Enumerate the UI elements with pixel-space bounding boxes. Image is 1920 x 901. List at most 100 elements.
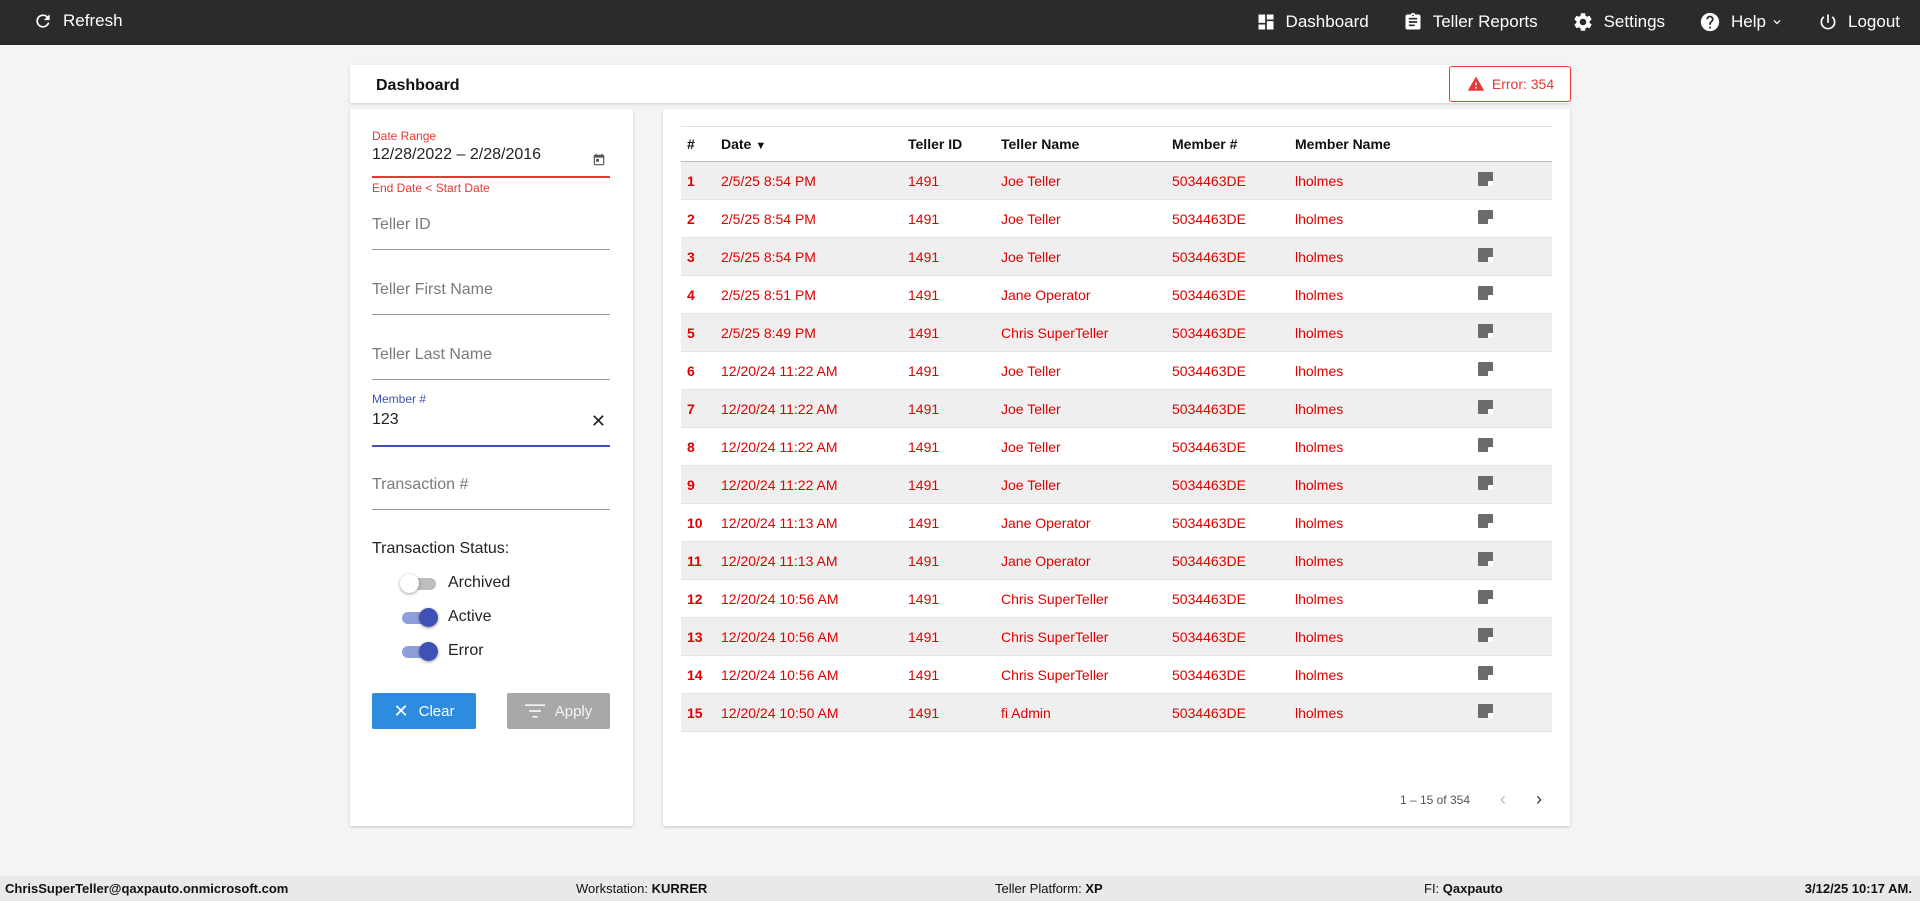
table-row[interactable]: 4 2/5/25 8:51 PM 1491 Jane Operator 5034463D…: [681, 276, 1552, 314]
clear-field-icon[interactable]: ✕: [591, 411, 606, 432]
note-icon[interactable]: [1478, 362, 1493, 376]
col-teller-id-header[interactable]: Teller ID: [902, 127, 995, 162]
archived-label: Archived: [448, 574, 511, 591]
nav-dashboard[interactable]: Dashboard: [1256, 11, 1369, 33]
note-icon[interactable]: [1478, 590, 1493, 604]
nav-logout[interactable]: Logout: [1818, 11, 1900, 33]
note-icon[interactable]: [1478, 552, 1493, 566]
pager-range: 1 – 15 of 354: [1399, 792, 1470, 807]
note-icon[interactable]: [1478, 172, 1493, 186]
active-switch[interactable]: [402, 607, 438, 627]
member-number-label: Member #: [372, 392, 427, 406]
table-row[interactable]: 14 12/20/24 10:56 AM 1491 Chris SuperTeller…: [681, 656, 1552, 694]
previous-page-icon[interactable]: ‹: [1500, 789, 1506, 810]
note-icon[interactable]: [1478, 400, 1493, 414]
col-actions-header: [1472, 127, 1552, 162]
cell-actions: [1472, 314, 1552, 352]
apply-button[interactable]: Apply: [507, 693, 610, 729]
table-row[interactable]: 2 2/5/25 8:54 PM 1491 Joe Teller 5034463DE lh…: [681, 200, 1552, 238]
teller-first-name-field[interactable]: Teller First Name: [372, 281, 610, 316]
refresh-button[interactable]: Refresh: [33, 11, 123, 31]
table-row[interactable]: 15 12/20/24 10:50 AM 1491 fi Admin 5034463DE…: [681, 693, 1552, 732]
table-row[interactable]: 12 12/20/24 10:56 AM 1491 Chris SuperTeller…: [681, 580, 1552, 618]
cell-index: 14: [687, 666, 703, 683]
table-row[interactable]: 5 2/5/25 8:49 PM 1491 Chris SuperTeller 5034…: [681, 313, 1552, 352]
cell-member-name: lholmes: [1295, 514, 1344, 531]
nav-settings[interactable]: Settings: [1572, 11, 1665, 33]
col-member-number-header[interactable]: Member #: [1166, 127, 1289, 162]
transaction-number-field[interactable]: Transaction #: [372, 476, 610, 511]
note-icon[interactable]: [1478, 628, 1493, 642]
cell-actions: [1472, 656, 1552, 694]
table-row[interactable]: 1 2/5/25 8:54 PM 1491 Joe Teller 5034463DE lh…: [681, 161, 1552, 200]
cell-actions: [1472, 694, 1552, 732]
note-icon[interactable]: [1478, 210, 1493, 224]
cell-date: 2/5/25 8:49 PM: [721, 324, 816, 341]
nav-help-label: Help: [1731, 12, 1766, 31]
cell-member-name: lholmes: [1295, 210, 1344, 227]
cell-teller-name: Chris SuperTeller: [1001, 628, 1109, 645]
transaction-number-underline: [372, 509, 610, 510]
table-row[interactable]: 8 12/20/24 11:22 AM 1491 Joe Teller 5034463D…: [681, 428, 1552, 466]
nav-dashboard-label: Dashboard: [1285, 12, 1369, 31]
results-table: # Date ▼ Teller ID Teller Name Member # M…: [681, 126, 1552, 732]
table-row[interactable]: 7 12/20/24 11:22 AM 1491 Joe Teller 5034463D…: [681, 389, 1552, 428]
cell-member-number: 5034463DE: [1172, 590, 1246, 607]
gear-icon: [1574, 13, 1592, 31]
note-icon[interactable]: [1478, 324, 1493, 338]
status-toggle-active[interactable]: Active: [402, 607, 492, 627]
note-icon[interactable]: [1478, 286, 1493, 300]
teller-id-placeholder: Teller ID: [372, 216, 431, 233]
table-row[interactable]: 9 12/20/24 11:22 AM 1491 Joe Teller 5034463D…: [681, 465, 1552, 504]
cell-teller-id: 1491: [908, 286, 940, 303]
col-member-name-header[interactable]: Member Name: [1289, 127, 1472, 162]
status-toggle-archived[interactable]: Archived: [400, 573, 511, 593]
cell-member-number: 5034463DE: [1172, 704, 1246, 721]
col-index-header[interactable]: #: [681, 127, 715, 162]
clear-button[interactable]: ✕ Clear: [372, 693, 476, 729]
nav-help[interactable]: Help: [1699, 11, 1784, 33]
date-range-field[interactable]: Date Range 12/28/2022 – 2/28/2016: [372, 129, 610, 178]
cell-member-number: 5034463DE: [1172, 248, 1246, 265]
table-row[interactable]: 11 12/20/24 11:13 AM 1491 Jane Operator 5034…: [681, 541, 1552, 580]
note-icon[interactable]: [1478, 514, 1493, 528]
cell-member-name: lholmes: [1295, 438, 1344, 455]
cell-date: 2/5/25 8:54 PM: [721, 248, 816, 265]
dashboard-icon: [1258, 14, 1274, 30]
calendar-icon[interactable]: [592, 153, 606, 167]
cell-member-name: lholmes: [1295, 590, 1344, 607]
teller-id-field[interactable]: Teller ID: [372, 216, 610, 251]
nav-teller-reports[interactable]: Teller Reports: [1403, 11, 1538, 33]
cell-index: 7: [687, 400, 695, 417]
status-toggle-error[interactable]: Error: [402, 641, 484, 661]
cell-actions: [1472, 352, 1552, 390]
col-date-header[interactable]: Date ▼: [715, 127, 902, 162]
sort-desc-icon: ▼: [755, 140, 767, 152]
archived-switch[interactable]: [400, 573, 438, 593]
cell-index: 1: [687, 172, 695, 189]
error-count-button[interactable]: Error: 354: [1449, 66, 1571, 102]
table-row[interactable]: 3 2/5/25 8:54 PM 1491 Joe Teller 5034463DE lh…: [681, 237, 1552, 276]
help-icon: [1700, 12, 1720, 32]
note-icon[interactable]: [1478, 704, 1493, 718]
results-panel: # Date ▼ Teller ID Teller Name Member # M…: [663, 109, 1570, 826]
cell-teller-id: 1491: [908, 438, 940, 455]
member-number-field[interactable]: Member # 123 ✕: [372, 392, 610, 447]
table-row[interactable]: 13 12/20/24 10:56 AM 1491 Chris SuperTeller…: [681, 617, 1552, 656]
cell-member-number: 5034463DE: [1172, 666, 1246, 683]
nav-settings-label: Settings: [1603, 12, 1666, 31]
col-teller-name-header[interactable]: Teller Name: [995, 127, 1166, 162]
cell-teller-id: 1491: [908, 362, 940, 379]
next-page-icon[interactable]: ›: [1536, 789, 1542, 810]
note-icon[interactable]: [1478, 248, 1493, 262]
teller-first-name-placeholder: Teller First Name: [372, 281, 493, 298]
teller-last-name-field[interactable]: Teller Last Name: [372, 346, 610, 381]
table-row[interactable]: 6 12/20/24 11:22 AM 1491 Joe Teller 5034463D…: [681, 352, 1552, 390]
note-icon[interactable]: [1478, 666, 1493, 680]
table-row[interactable]: 10 12/20/24 11:13 AM 1491 Jane Operator 5034…: [681, 504, 1552, 542]
note-icon[interactable]: [1478, 476, 1493, 490]
cell-member-number: 5034463DE: [1172, 476, 1246, 493]
cell-date: 12/20/24 11:22 AM: [721, 362, 838, 379]
error-switch[interactable]: [402, 641, 438, 661]
note-icon[interactable]: [1478, 438, 1493, 452]
